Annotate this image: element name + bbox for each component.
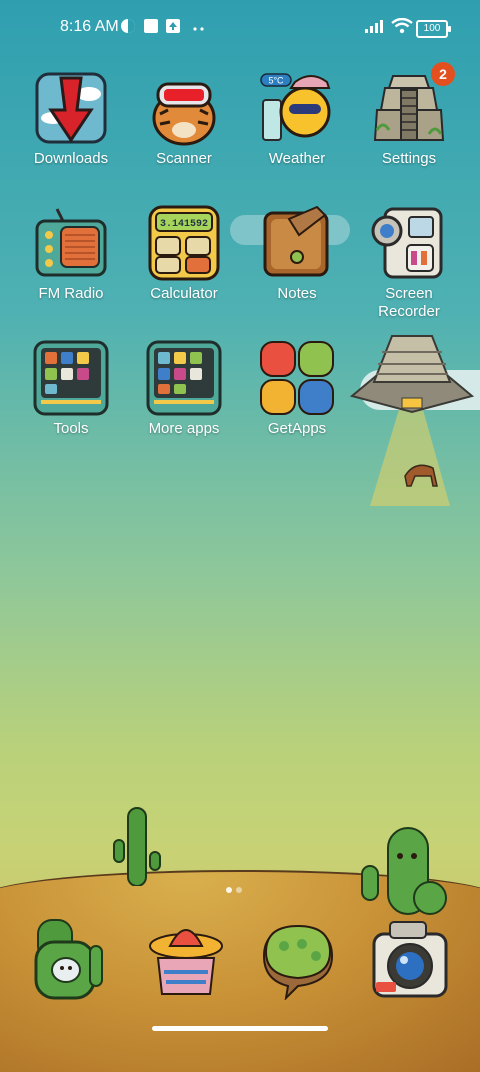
app-scanner[interactable]: Scanner bbox=[128, 70, 240, 168]
app-label: Notes bbox=[277, 285, 317, 302]
calculator-display: 3.141592 bbox=[160, 219, 208, 230]
folder-tools[interactable]: Tools bbox=[15, 340, 127, 438]
camcorder-icon bbox=[371, 205, 447, 281]
radio-icon bbox=[33, 205, 109, 281]
home-gesture-bar[interactable] bbox=[152, 1026, 328, 1031]
app-getapps[interactable]: GetApps bbox=[241, 340, 353, 438]
cactus-pad-browser-icon bbox=[262, 924, 334, 1001]
page-dot bbox=[236, 887, 242, 893]
app-label: Weather bbox=[268, 150, 326, 167]
app-label: GetApps bbox=[267, 420, 327, 437]
notification-badge: 2 bbox=[431, 62, 455, 86]
app-notes[interactable]: Notes bbox=[241, 205, 353, 303]
app-weather[interactable]: 5°C Weather bbox=[241, 70, 353, 168]
cactus-phone-icon bbox=[34, 919, 103, 1000]
dock-app-cactus[interactable] bbox=[28, 916, 112, 1000]
battery-indicator: 100 bbox=[416, 20, 451, 38]
app-label: Scanner bbox=[156, 150, 212, 167]
folder-icon bbox=[146, 340, 222, 416]
app-label: More apps bbox=[148, 420, 220, 437]
folder-icon bbox=[33, 340, 109, 416]
wifi-icon bbox=[391, 17, 413, 34]
app-label: Screen Recorder bbox=[378, 285, 440, 320]
pyramid-ufo-decoration bbox=[349, 326, 475, 522]
dock-app-camera[interactable] bbox=[368, 916, 452, 1000]
dock-app-sombrero[interactable] bbox=[144, 916, 228, 1000]
scanner-icon bbox=[146, 70, 222, 146]
app-label: FM Radio bbox=[38, 285, 104, 302]
dock-app-browser[interactable] bbox=[256, 916, 340, 1001]
calculator-icon: 3.141592 bbox=[146, 205, 222, 281]
getapps-icon bbox=[259, 340, 335, 416]
settings-icon: 2 bbox=[371, 62, 455, 146]
app-label: Downloads bbox=[33, 150, 109, 167]
clock: 8:16 AM bbox=[60, 18, 119, 35]
more-notifications-icon bbox=[192, 20, 208, 36]
sombrero-messages-icon bbox=[149, 929, 223, 995]
downloads-icon bbox=[33, 70, 109, 146]
upload-notification-icon bbox=[165, 18, 181, 34]
app-label: Tools bbox=[53, 420, 89, 437]
app-downloads[interactable]: Downloads bbox=[15, 70, 127, 168]
cactus-decoration bbox=[358, 826, 448, 916]
page-indicator[interactable] bbox=[226, 880, 246, 893]
app-settings[interactable]: 2 Settings bbox=[353, 62, 465, 168]
camera-icon bbox=[372, 921, 448, 998]
app-screen-recorder[interactable]: Screen Recorder bbox=[353, 205, 465, 321]
weather-temp: 5°C bbox=[268, 76, 284, 86]
notebook-icon bbox=[259, 205, 335, 281]
page-dot-active bbox=[226, 887, 232, 893]
app-label: Settings bbox=[381, 150, 437, 167]
cactus-decoration bbox=[112, 806, 162, 887]
notification-square-icon bbox=[143, 18, 159, 34]
app-label: Calculator bbox=[150, 285, 218, 302]
signal-icon bbox=[364, 18, 386, 34]
status-bar: 8:16 AM 100 bbox=[0, 0, 480, 56]
app-fm-radio[interactable]: FM Radio bbox=[15, 205, 127, 303]
vpn-icon bbox=[120, 18, 136, 34]
app-calculator[interactable]: 3.141592 Calculator bbox=[128, 205, 240, 303]
weather-icon: 5°C bbox=[259, 70, 335, 146]
folder-more-apps[interactable]: More apps bbox=[128, 340, 240, 438]
